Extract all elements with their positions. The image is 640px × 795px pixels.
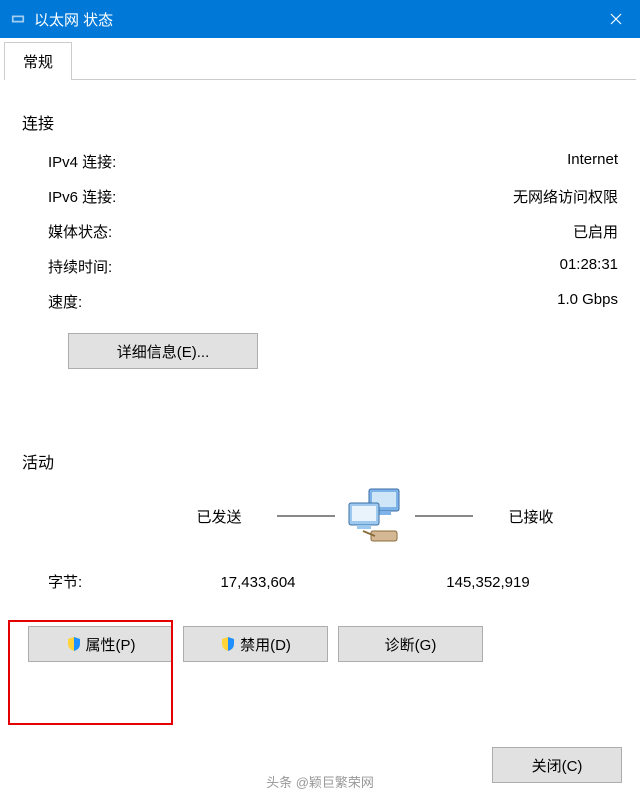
ipv4-label: IPv4 连接: — [48, 151, 567, 172]
ipv6-label: IPv6 连接: — [48, 186, 513, 207]
network-icon — [10, 11, 26, 27]
row-ipv4: IPv4 连接: Internet — [22, 144, 618, 179]
speed-label: 速度: — [48, 291, 557, 312]
close-button[interactable] — [592, 0, 640, 38]
disable-label: 禁用(D) — [240, 634, 291, 655]
activity-graphic: 已发送 已接收 — [22, 487, 618, 545]
bytes-row: 字节: 17,433,604 145,352,919 — [22, 565, 618, 592]
properties-button[interactable]: 属性(P) — [28, 626, 173, 662]
properties-label: 属性(P) — [86, 634, 136, 655]
close-footer-button[interactable]: 关闭(C) — [492, 747, 622, 783]
tab-general[interactable]: 常规 — [4, 42, 72, 80]
bytes-label: 字节: — [48, 571, 158, 592]
media-label: 媒体状态: — [48, 221, 573, 242]
divider-line — [415, 515, 473, 517]
content-area: 连接 IPv4 连接: Internet IPv6 连接: 无网络访问权限 媒体… — [0, 80, 640, 725]
row-ipv6: IPv6 连接: 无网络访问权限 — [22, 179, 618, 214]
activity-heading: 活动 — [22, 449, 618, 473]
ipv6-value: 无网络访问权限 — [513, 186, 618, 207]
shield-icon — [220, 636, 236, 652]
media-value: 已启用 — [573, 221, 618, 242]
sent-label: 已发送 — [169, 506, 269, 527]
diagnose-label: 诊断(G) — [385, 634, 437, 655]
window-title: 以太网 状态 — [34, 9, 592, 30]
row-speed: 速度: 1.0 Gbps — [22, 284, 618, 319]
row-media: 媒体状态: 已启用 — [22, 214, 618, 249]
watermark-text: 头条 @颖巨繁荣网 — [266, 772, 374, 791]
close-icon — [610, 13, 622, 25]
ipv4-value: Internet — [567, 151, 618, 172]
connection-heading: 连接 — [22, 110, 618, 134]
details-button[interactable]: 详细信息(E)... — [68, 333, 258, 369]
computers-icon — [343, 487, 407, 545]
tab-strip: 常规 — [4, 42, 636, 80]
titlebar[interactable]: 以太网 状态 — [0, 0, 640, 38]
diagnose-button[interactable]: 诊断(G) — [338, 626, 483, 662]
ethernet-status-window: 以太网 状态 常规 连接 IPv4 连接: Internet IPv6 连接: … — [0, 0, 640, 795]
shield-icon — [66, 636, 82, 652]
duration-label: 持续时间: — [48, 256, 560, 277]
divider-line — [277, 515, 335, 517]
bytes-recv-value: 145,352,919 — [358, 574, 618, 591]
duration-value: 01:28:31 — [560, 256, 618, 277]
row-duration: 持续时间: 01:28:31 — [22, 249, 618, 284]
action-button-row: 属性(P) 禁用(D) 诊断(G) — [22, 626, 618, 662]
speed-value: 1.0 Gbps — [557, 291, 618, 312]
bytes-sent-value: 17,433,604 — [158, 574, 358, 591]
disable-button[interactable]: 禁用(D) — [183, 626, 328, 662]
recv-label: 已接收 — [481, 506, 581, 527]
